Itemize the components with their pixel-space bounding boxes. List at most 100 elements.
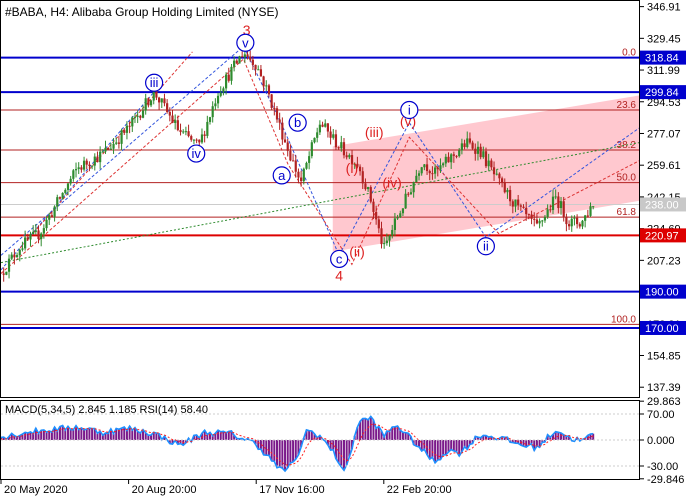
candle-body-28 bbox=[77, 167, 80, 170]
candle-body-96 bbox=[259, 69, 263, 77]
candle-body-138 bbox=[372, 201, 375, 212]
candle-body-4 bbox=[13, 254, 16, 258]
candle-body-85 bbox=[230, 66, 233, 81]
macd-bar-33 bbox=[88, 428, 91, 440]
candle-body-137 bbox=[369, 187, 372, 202]
macd-bar-105 bbox=[281, 440, 284, 469]
candle-body-194 bbox=[522, 206, 525, 208]
wave-label-7: 4 bbox=[335, 267, 343, 283]
macd-bar-84 bbox=[225, 432, 228, 440]
candle-body-55 bbox=[149, 100, 153, 106]
candle-body-196 bbox=[527, 214, 530, 216]
candle-body-150 bbox=[404, 193, 407, 209]
candle-body-5 bbox=[15, 255, 19, 258]
candle-body-109 bbox=[294, 160, 297, 172]
candle-body-53 bbox=[144, 98, 147, 111]
candle-body-171 bbox=[460, 143, 463, 151]
x-tick-label-0: 20 May 2020 bbox=[4, 484, 68, 496]
candle-body-135 bbox=[364, 183, 367, 190]
candle-body-170 bbox=[458, 150, 461, 157]
candle-body-32 bbox=[88, 164, 91, 166]
macd-bar-47 bbox=[125, 430, 128, 440]
x-tick-label-1: 20 Aug 20:00 bbox=[132, 484, 197, 496]
candle-body-58 bbox=[157, 97, 161, 103]
candle-body-43 bbox=[117, 142, 121, 144]
macd-bar-126 bbox=[337, 440, 340, 464]
macd-bar-49 bbox=[131, 430, 134, 440]
indicator-tick-label-1: 70.00 bbox=[647, 409, 675, 421]
macd-bar-32 bbox=[85, 429, 88, 440]
candle-body-168 bbox=[452, 154, 455, 156]
y-tick-label-8: 207.23 bbox=[647, 255, 681, 267]
candle-body-185 bbox=[498, 173, 501, 179]
candle-body-158 bbox=[425, 164, 429, 172]
candle-body-123 bbox=[332, 134, 335, 138]
candle-body-157 bbox=[423, 164, 426, 168]
candle-body-198 bbox=[533, 218, 536, 220]
fib-level-label-5: 100.0 bbox=[611, 314, 636, 325]
candle-body-181 bbox=[487, 160, 490, 167]
candle-body-24 bbox=[66, 183, 70, 190]
candle-body-79 bbox=[214, 103, 217, 107]
wave-label-5: a bbox=[278, 168, 286, 183]
chart-title: #BABA, H4: Alibaba Group Holding Limited… bbox=[5, 5, 278, 19]
candle-body-82 bbox=[222, 88, 225, 93]
macd-bar-27 bbox=[72, 429, 75, 440]
candle-body-59 bbox=[160, 98, 163, 103]
candle-body-8 bbox=[24, 237, 27, 249]
candle-body-25 bbox=[69, 178, 72, 184]
candle-body-35 bbox=[96, 156, 99, 163]
candle-body-195 bbox=[525, 207, 528, 215]
wave-label-10: (iii) bbox=[365, 124, 384, 140]
candle-body-100 bbox=[270, 94, 273, 108]
wave-label-9: (i) bbox=[346, 160, 358, 176]
macd-bar-99 bbox=[265, 440, 268, 456]
wave-label-13: i bbox=[408, 102, 411, 117]
macd-bar-58 bbox=[155, 433, 158, 440]
candle-body-182 bbox=[490, 160, 493, 168]
fib-level-label-1: 23.6 bbox=[617, 100, 637, 111]
candle-body-16 bbox=[45, 219, 48, 229]
candle-body-166 bbox=[447, 156, 450, 163]
level-badge-label-2: 238.00 bbox=[645, 199, 679, 211]
candle-body-145 bbox=[391, 229, 394, 236]
macd-bar-127 bbox=[340, 440, 343, 467]
candle-body-119 bbox=[321, 124, 324, 127]
candle-body-144 bbox=[388, 235, 391, 241]
candle-body-120 bbox=[324, 123, 327, 127]
candle-body-211 bbox=[567, 224, 571, 227]
candle-body-147 bbox=[396, 217, 399, 219]
macd-bar-140 bbox=[375, 428, 378, 440]
candle-body-81 bbox=[219, 92, 222, 96]
candle-body-140 bbox=[377, 219, 380, 229]
macd-bar-151 bbox=[404, 432, 407, 440]
candle-body-212 bbox=[570, 218, 573, 227]
macd-bar-83 bbox=[222, 431, 225, 440]
level-badge-label-4: 190.00 bbox=[645, 287, 679, 299]
candle-body-15 bbox=[42, 228, 45, 234]
candle-body-152 bbox=[409, 192, 413, 195]
candle-body-108 bbox=[291, 160, 295, 162]
candle-body-175 bbox=[471, 142, 474, 149]
indicator-tick-label-4: -29.846 bbox=[647, 474, 684, 486]
candle-body-50 bbox=[136, 115, 139, 117]
y-tick-label-4: 277.07 bbox=[647, 128, 681, 140]
candle-body-68 bbox=[184, 131, 187, 133]
macd-bar-103 bbox=[275, 440, 278, 468]
macd-bar-102 bbox=[273, 440, 276, 462]
candle-body-172 bbox=[463, 143, 466, 148]
candle-body-60 bbox=[163, 98, 166, 104]
macd-bar-170 bbox=[455, 440, 458, 452]
candle-body-77 bbox=[208, 117, 212, 122]
candle-body-159 bbox=[428, 171, 431, 174]
candle-body-106 bbox=[286, 142, 289, 151]
candle-body-76 bbox=[206, 121, 209, 136]
macd-bar-104 bbox=[278, 440, 281, 467]
candle-body-205 bbox=[551, 196, 555, 211]
candle-body-127 bbox=[342, 142, 346, 156]
candle-body-2 bbox=[7, 258, 11, 272]
candle-body-13 bbox=[37, 230, 40, 240]
candle-body-104 bbox=[281, 122, 284, 140]
candle-body-201 bbox=[541, 220, 544, 222]
candle-body-220 bbox=[592, 206, 595, 208]
